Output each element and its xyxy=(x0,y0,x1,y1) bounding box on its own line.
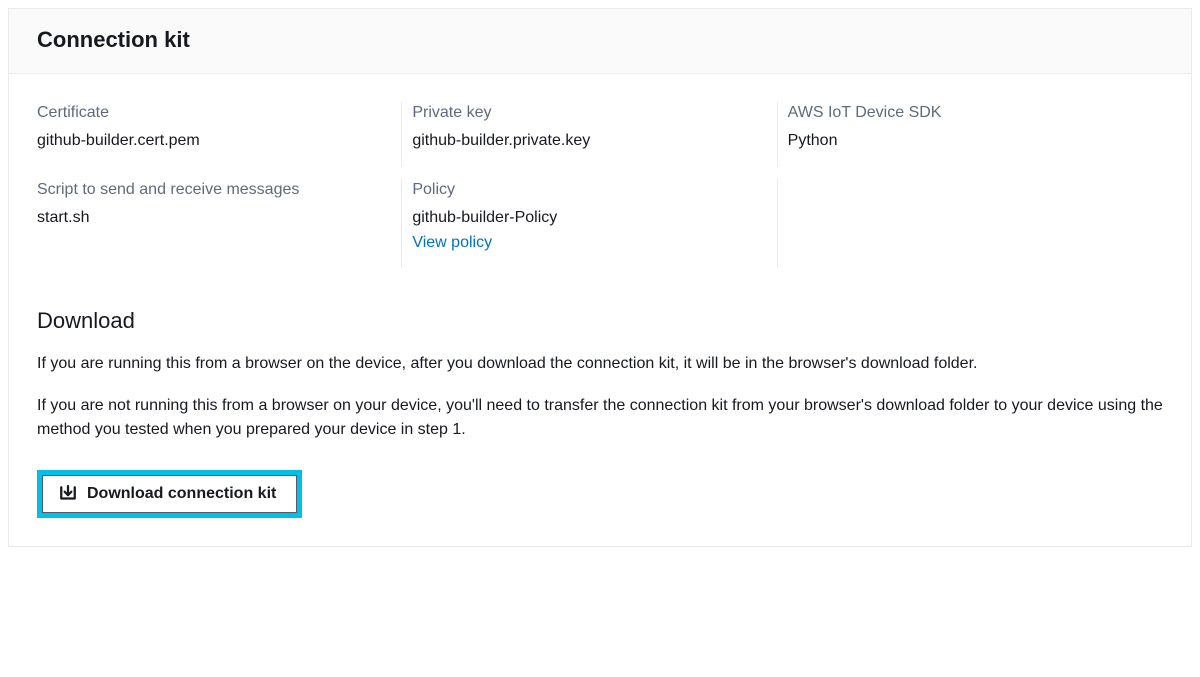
download-heading: Download xyxy=(37,308,1163,334)
info-cell-certificate: Certificate github-builder.cert.pem xyxy=(37,98,412,175)
certificate-value: github-builder.cert.pem xyxy=(37,130,392,152)
sdk-value: Python xyxy=(788,130,1143,152)
info-cell-script: Script to send and receive messages star… xyxy=(37,175,412,276)
script-value: start.sh xyxy=(37,207,392,229)
download-paragraph-2: If you are not running this from a brows… xyxy=(37,394,1163,442)
sdk-label: AWS IoT Device SDK xyxy=(788,102,1143,124)
connection-kit-panel: Connection kit Certificate github-builde… xyxy=(8,8,1192,547)
view-policy-link[interactable]: View policy xyxy=(412,234,492,252)
policy-value: github-builder-Policy xyxy=(412,207,767,229)
info-cell-sdk: AWS IoT Device SDK Python xyxy=(788,98,1163,175)
download-connection-kit-button[interactable]: Download connection kit xyxy=(42,475,297,512)
download-button-label: Download connection kit xyxy=(87,484,276,503)
private-key-label: Private key xyxy=(412,102,767,124)
info-cell-empty xyxy=(788,175,1163,276)
certificate-label: Certificate xyxy=(37,102,392,124)
policy-label: Policy xyxy=(412,179,767,201)
download-icon xyxy=(59,485,77,503)
info-cell-policy: Policy github-builder-Policy View policy xyxy=(412,175,787,276)
info-grid: Certificate github-builder.cert.pem Priv… xyxy=(37,98,1163,276)
panel-body: Certificate github-builder.cert.pem Priv… xyxy=(9,74,1191,546)
private-key-value: github-builder.private.key xyxy=(412,130,767,152)
panel-title: Connection kit xyxy=(37,27,1163,53)
script-label: Script to send and receive messages xyxy=(37,179,392,201)
download-paragraph-1: If you are running this from a browser o… xyxy=(37,352,1163,376)
panel-header: Connection kit xyxy=(9,9,1191,74)
download-button-highlight: Download connection kit xyxy=(37,470,302,517)
info-cell-private-key: Private key github-builder.private.key xyxy=(412,98,787,175)
